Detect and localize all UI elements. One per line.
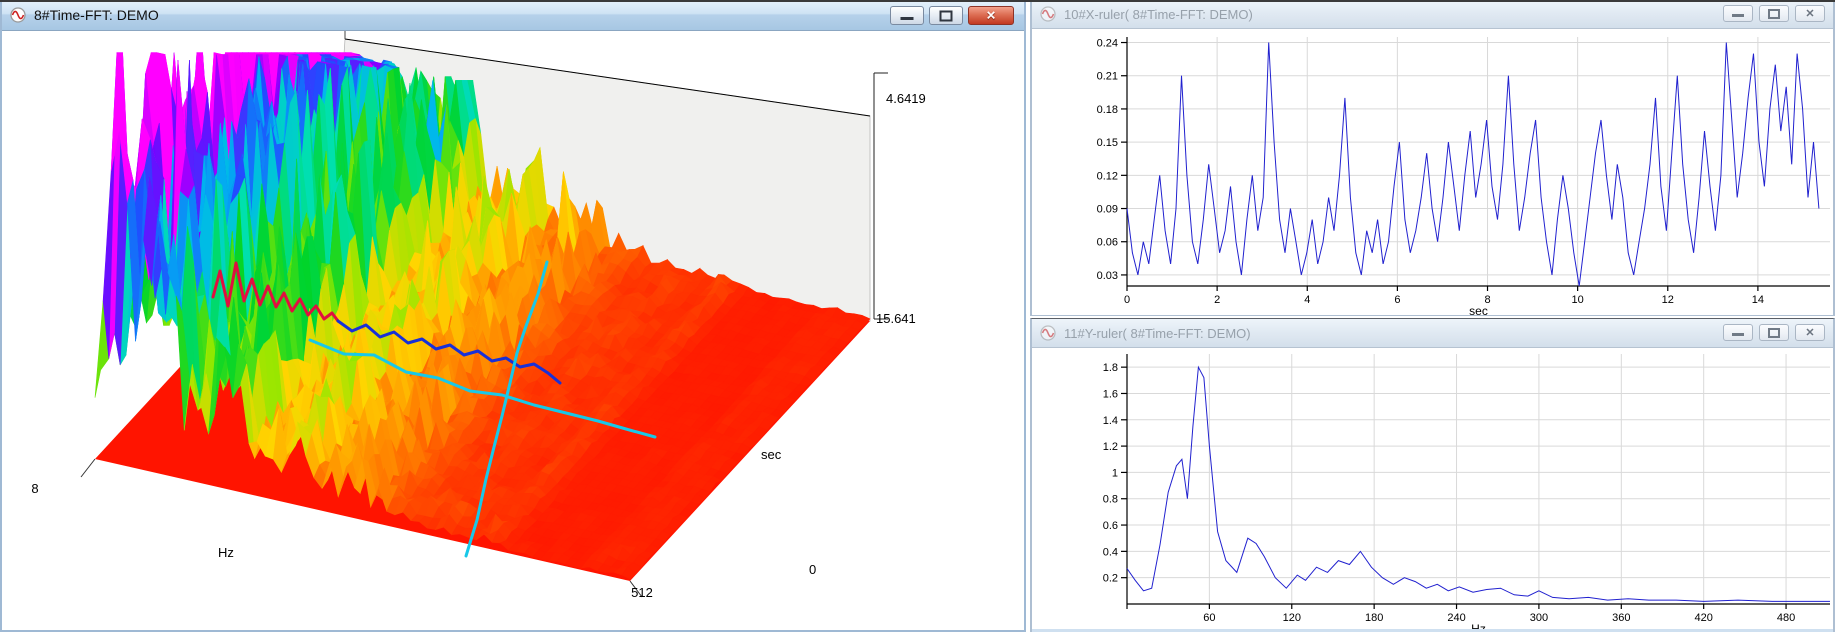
svg-text:1.8: 1.8: [1103, 362, 1118, 374]
restore-button[interactable]: [1759, 5, 1789, 22]
y_ruler-svg: 0.2 0.4 0.6 0.8 1 1.2 1.4 1.6 1.8 60 120 180 240 300 3…: [1103, 354, 1830, 629]
x-ruler-titlebar[interactable]: 10#X-ruler( 8#Time-FFT: DEMO): [1032, 0, 1833, 29]
tick-labels: 0.2 0.4 0.6 0.8 1 1.2 1.4 1.6 1.8 60 120 180 240 300 3…: [1103, 362, 1796, 629]
svg-text:2: 2: [1214, 294, 1220, 306]
y-ruler-titlebar[interactable]: 11#Y-ruler( 8#Time-FFT: DEMO): [1032, 319, 1833, 348]
desktop: 8#Time-FFT: DEMO 4.641915.641sec0512Hz8 …: [0, 0, 1835, 632]
y-ruler-chart[interactable]: 0.2 0.4 0.6 0.8 1 1.2 1.4 1.6 1.8 60 120 180 240 300 3…: [1032, 348, 1833, 629]
axis-label-Hz: Hz: [218, 545, 234, 560]
restore-button[interactable]: [929, 6, 963, 25]
axis-label-0: 0: [809, 562, 816, 577]
minimize-button[interactable]: [890, 6, 924, 25]
close-button[interactable]: [968, 6, 1014, 25]
svg-text:0.06: 0.06: [1097, 237, 1118, 249]
svg-text:0.18: 0.18: [1097, 104, 1118, 116]
x_ruler-svg: 0.030.060.090.120.150.180.210.240 2 4 6 8 10 1…: [1097, 37, 1830, 315]
tick-labels: 0.030.060.090.120.150.180.210.240 2 4 6 8 10 1…: [1097, 38, 1764, 315]
svg-text:0.12: 0.12: [1097, 170, 1118, 182]
time-fft-3d-plot[interactable]: 4.6419 15.641 sec 0 512 Hz 8: [2, 31, 1024, 629]
hz-axis-tick: [80, 458, 96, 478]
svg-text:180: 180: [1365, 612, 1383, 624]
minimize-button[interactable]: [1723, 324, 1753, 341]
axis-label-512: 512: [631, 585, 653, 600]
svg-text:0.24: 0.24: [1097, 38, 1118, 50]
axis-label-8: 8: [31, 481, 38, 496]
window-title: 8#Time-FFT: DEMO: [34, 7, 159, 23]
svg-text:0.2: 0.2: [1103, 573, 1118, 585]
svg-text:0.8: 0.8: [1103, 494, 1118, 506]
app-sine-icon: [1040, 6, 1056, 22]
svg-text:120: 120: [1283, 612, 1301, 624]
window-title: 11#Y-ruler( 8#Time-FFT: DEMO): [1064, 325, 1251, 341]
svg-text:14: 14: [1752, 294, 1764, 306]
x-ruler-chart[interactable]: 0.03 0.06 0.09 0.12 0.15 0.18 0.21 0.24 0 2 4 6 8 10 1…: [1032, 29, 1833, 315]
svg-text:360: 360: [1612, 612, 1630, 624]
svg-text:0: 0: [1124, 294, 1130, 306]
top-frame-edge: [0, 0, 1835, 2]
svg-text:1: 1: [1112, 467, 1118, 479]
svg-text:0.09: 0.09: [1097, 204, 1118, 216]
svg-text:480: 480: [1777, 612, 1795, 624]
svg-text:0.15: 0.15: [1097, 137, 1118, 149]
app-sine-icon: [10, 7, 26, 23]
window-x-ruler: 10#X-ruler( 8#Time-FFT: DEMO) 0.03 0.06 0.…: [1030, 0, 1835, 316]
svg-text:10: 10: [1572, 294, 1584, 306]
axis-label-sec: sec: [761, 447, 782, 462]
x_ruler-series-line: [1126, 42, 1820, 287]
svg-text:0.4: 0.4: [1103, 546, 1118, 558]
svg-text:1.2: 1.2: [1103, 441, 1118, 453]
window-y-ruler: 11#Y-ruler( 8#Time-FFT: DEMO) 0.20.40.60…: [1030, 318, 1835, 632]
axes: [1121, 37, 1830, 291]
svg-text:6: 6: [1394, 294, 1400, 306]
app-sine-icon: [1040, 325, 1056, 341]
svg-text:420: 420: [1695, 612, 1713, 624]
svg-text:0.6: 0.6: [1103, 520, 1118, 532]
amplitude-scale-bracket: [873, 72, 888, 320]
window-time-fft: 8#Time-FFT: DEMO 4.6419 15.641 sec 0 512 Hz 8: [0, 0, 1026, 632]
window-title: 10#X-ruler( 8#Time-FFT: DEMO): [1064, 6, 1253, 22]
svg-text:0.03: 0.03: [1097, 270, 1118, 282]
svg-text:4: 4: [1304, 294, 1310, 306]
y_ruler-series-line: [1126, 365, 1830, 602]
restore-button[interactable]: [1759, 324, 1789, 341]
x-axis-title: sec: [1469, 304, 1488, 315]
svg-text:12: 12: [1662, 294, 1674, 306]
time-fft-titlebar[interactable]: 8#Time-FFT: DEMO: [2, 0, 1024, 31]
axis-label-4.6419: 4.6419: [886, 91, 926, 106]
svg-text:1.6: 1.6: [1103, 388, 1118, 400]
gridlines: [1127, 354, 1830, 604]
svg-text:240: 240: [1447, 612, 1465, 624]
svg-text:0.21: 0.21: [1097, 71, 1118, 83]
svg-text:60: 60: [1203, 612, 1215, 624]
close-button[interactable]: [1795, 324, 1825, 341]
svg-text:1.4: 1.4: [1103, 415, 1118, 427]
axes: [1121, 354, 1830, 609]
time-fft-3d-svg: 4.6419 15.641 sec 0 512 Hz 8: [31, 31, 926, 600]
close-button[interactable]: [1795, 5, 1825, 22]
svg-text:300: 300: [1530, 612, 1548, 624]
x-axis-title: Hz: [1471, 622, 1486, 629]
axis-label-15.641: 15.641: [876, 311, 916, 326]
minimize-button[interactable]: [1723, 5, 1753, 22]
